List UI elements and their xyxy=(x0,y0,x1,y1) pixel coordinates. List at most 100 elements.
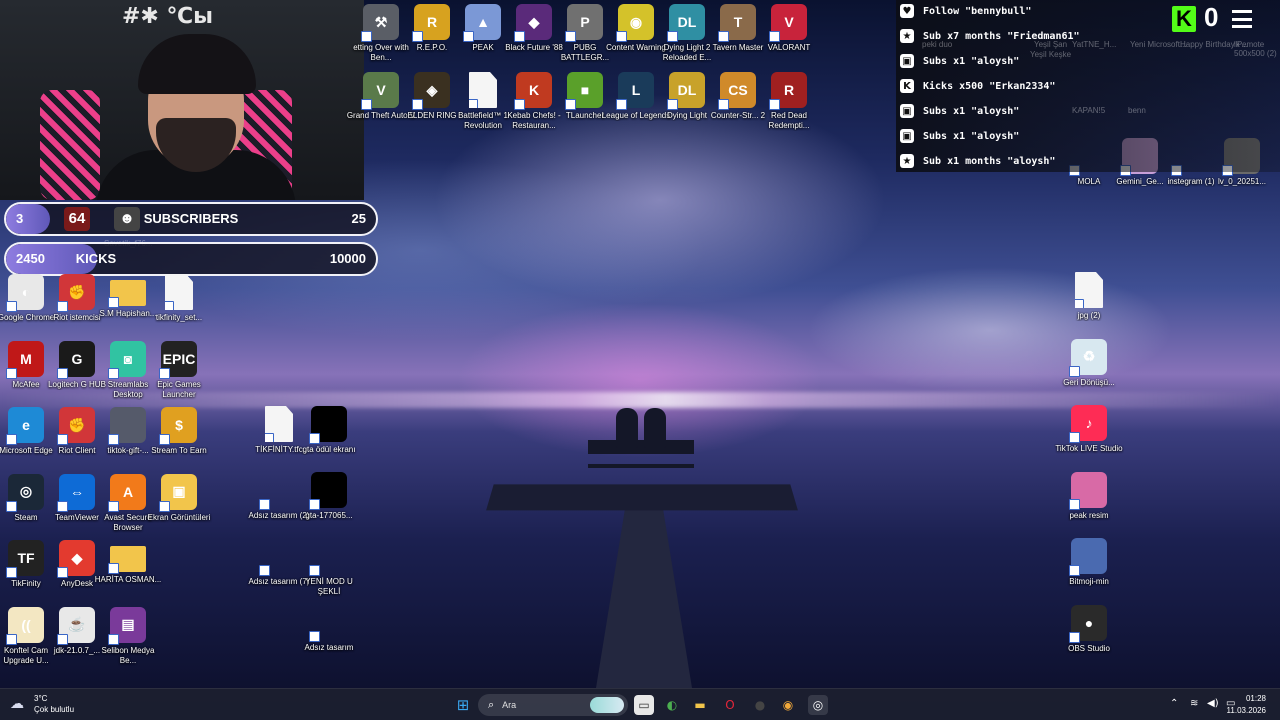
alert-item: K Kicks x500 "Erkan2334" xyxy=(900,76,1055,96)
figure-left xyxy=(616,408,638,448)
pier-deck xyxy=(486,484,798,511)
clock-time: 01:28 xyxy=(1245,694,1266,703)
app-icon: ● xyxy=(754,698,766,712)
s-m-hapishan-icon xyxy=(108,280,146,308)
desktop-icon-jpg-2[interactable]: jpg (2) xyxy=(1054,272,1124,321)
subscribers-label: SUBSCRIBERS xyxy=(143,211,239,226)
streamlabs-desktop-icon: ◙ xyxy=(108,340,146,379)
desktop-icon-gta-177065[interactable]: gta-177065... xyxy=(294,472,364,521)
pubg-battlegr-icon: P xyxy=(565,4,603,42)
bench xyxy=(588,440,694,468)
dying-light-icon: DL xyxy=(667,72,705,110)
desktop-icon-label: Geri Dönüşü... xyxy=(1063,377,1115,387)
opera-taskbar-button[interactable]: O xyxy=(720,695,740,715)
gift-icon: ▣ xyxy=(900,129,914,143)
obs-taskbar-button[interactable]: ◎ xyxy=(808,695,828,715)
search-input[interactable] xyxy=(502,700,583,710)
alert-item: ▣ Subs x1 "aloysh" xyxy=(900,126,1019,146)
obs-studio-icon: ● xyxy=(1069,604,1107,643)
bitmoji-min-icon xyxy=(1069,538,1107,576)
tlauncher-icon: ■ xyxy=(565,72,603,110)
desktop-icon-epic-games-launcher[interactable]: EPIC Epic Games Launcher xyxy=(144,340,214,400)
chevron-up-icon[interactable]: ⌃ xyxy=(1170,698,1178,709)
browser-taskbar-button[interactable]: ◉ xyxy=(778,695,798,715)
desktop-icon-tikfinity-set[interactable]: tikfinity_set... xyxy=(144,274,214,323)
subscribers-goal-bar: 64 ☻ 3 SUBSCRIBERS 25 xyxy=(4,202,378,236)
bg-label: Yeşil Keşke xyxy=(1030,50,1072,59)
content-warning-icon: ◉ xyxy=(616,4,654,42)
search-box[interactable]: ⌕ xyxy=(478,694,628,716)
tikfinity-set-icon xyxy=(165,274,193,310)
chrome-taskbar-button[interactable]: ◐ xyxy=(662,695,682,715)
konftel-cam-upgrade-u-icon: (( xyxy=(6,606,44,645)
start-button[interactable]: ⊞ xyxy=(453,695,473,715)
desktop-icon-label: OBS Studio xyxy=(1068,643,1110,653)
weather-temp: 3°C xyxy=(34,694,48,703)
desktop-icon-gta-d-l-ekran[interactable]: gta ödül ekranı xyxy=(294,406,364,455)
desktop-icon-tiktok-live-studio[interactable]: ♪ TikTok LIVE Studio xyxy=(1054,405,1124,454)
desktop-icon-red-dead-redempti[interactable]: R Red Dead Redempti... xyxy=(754,72,824,131)
hari-ta-osman-icon xyxy=(108,546,146,574)
alert-item: ▣ Subs x1 "aloysh" xyxy=(900,51,1019,71)
gta-177065-icon xyxy=(309,472,347,510)
heart-icon: ♥ xyxy=(900,4,914,18)
clock[interactable]: 01:28 11.03.2026 xyxy=(1227,693,1266,717)
clock-date: 11.03.2026 xyxy=(1226,706,1266,715)
explorer-taskbar-button[interactable]: ▬ xyxy=(690,695,710,715)
pier-walkway xyxy=(596,510,692,688)
weather-desc: Çok bulutlu xyxy=(34,705,75,714)
desktop-icon-selibon-medya-be[interactable]: ▤ Selibon Medya Be... xyxy=(93,606,163,666)
elden-ring-icon: ◈ xyxy=(412,72,450,110)
alert-text: Follow "bennybull" xyxy=(923,5,1032,17)
gta-d-l-ekran-icon xyxy=(309,406,347,444)
search-icon: ⌕ xyxy=(488,698,495,711)
chair-left xyxy=(40,90,100,200)
kicks-target: 10000 xyxy=(329,251,366,266)
battlefield-1-revolution-icon xyxy=(469,72,497,108)
cloud-icon: ☁ xyxy=(10,696,24,712)
google-chrome-icon: ◐ xyxy=(6,274,44,312)
bg-label: KAPAN!5 xyxy=(1072,106,1106,115)
logitech-g-hub-icon: G xyxy=(57,340,95,379)
desktop-icon-label: jpg (2) xyxy=(1077,311,1101,320)
etting-over-with-ben-icon: ⚒ xyxy=(361,4,399,42)
weather-widget[interactable]: ☁ 3°C Çok bulutlu xyxy=(10,693,74,715)
ads-z-tasar-m-2-icon xyxy=(259,472,297,510)
desktop-icon-yeni-mod-u-ekli[interactable]: YENİ MOD U ŞEKLİ xyxy=(294,538,364,597)
menu-icon xyxy=(1232,10,1252,28)
desktop-icon-stream-to-earn[interactable]: $ Stream To Earn xyxy=(144,407,214,456)
taskbar: ☁ 3°C Çok bulutlu ⊞ ⌕ ▭ ◐ ▬ O ● ◉ ◎ ⌃ ≋ … xyxy=(0,688,1280,720)
desktop-icon-ads-z-tasar-m[interactable]: Adsız tasarım xyxy=(294,604,364,653)
desktop-icon-valorant[interactable]: V VALORANT xyxy=(754,4,824,53)
wifi-icon[interactable]: ≋ xyxy=(1190,698,1198,709)
desktop-icon-obs-studio[interactable]: ● OBS Studio xyxy=(1054,604,1124,654)
desktop-icon-label: YENİ MOD U ŞEKLİ xyxy=(305,577,353,596)
kicks-label: KICKS xyxy=(75,251,117,266)
ekran-g-r-nt-leri-icon: ▣ xyxy=(159,473,197,512)
volume-icon[interactable]: ◀) xyxy=(1207,698,1219,709)
bg-label: benn xyxy=(1128,106,1146,115)
desktop-icon-geri-d-n[interactable]: ♻ Geri Dönüşü... xyxy=(1054,338,1124,388)
ads-z-tasar-m-icon xyxy=(309,604,347,642)
bg-label: Yeşil Şan xyxy=(1034,40,1068,49)
folder-icon: ▬ xyxy=(694,698,706,712)
bg-label: YatTNE_H... xyxy=(1072,40,1117,49)
alert-text: Kicks x500 "Erkan2334" xyxy=(923,80,1056,92)
task-view-button[interactable]: ▭ xyxy=(634,695,654,715)
search-highlight-icon xyxy=(590,697,624,713)
jpg-2-icon xyxy=(1075,272,1103,308)
desktop-icon-ekran-g-r-nt-leri[interactable]: ▣ Ekran Görüntüleri xyxy=(144,473,214,523)
microsoft-edge-icon: e xyxy=(6,407,44,445)
desktop-icon-label: Adsız tasarım xyxy=(304,643,354,652)
desktop-icon-bitmoji-min[interactable]: Bitmoji-min xyxy=(1054,538,1124,587)
app-taskbar-button[interactable]: ● xyxy=(750,695,770,715)
stream-to-earn-icon: $ xyxy=(159,407,197,445)
counter-str-2-icon: CS xyxy=(718,72,756,110)
desktop-icon-peak-resim[interactable]: peak resim xyxy=(1054,471,1124,521)
desktop-icon-hari-ta-osman[interactable]: HARİTA OSMAN... xyxy=(93,540,163,585)
tavern-master-icon: T xyxy=(718,4,756,42)
dying-light-2-reloaded-e-icon: DL xyxy=(667,4,705,42)
figure-right xyxy=(644,408,666,448)
kebab-chefs-restauran-icon: K xyxy=(514,72,552,110)
jdk-21-0-7-icon: ☕ xyxy=(57,606,95,645)
